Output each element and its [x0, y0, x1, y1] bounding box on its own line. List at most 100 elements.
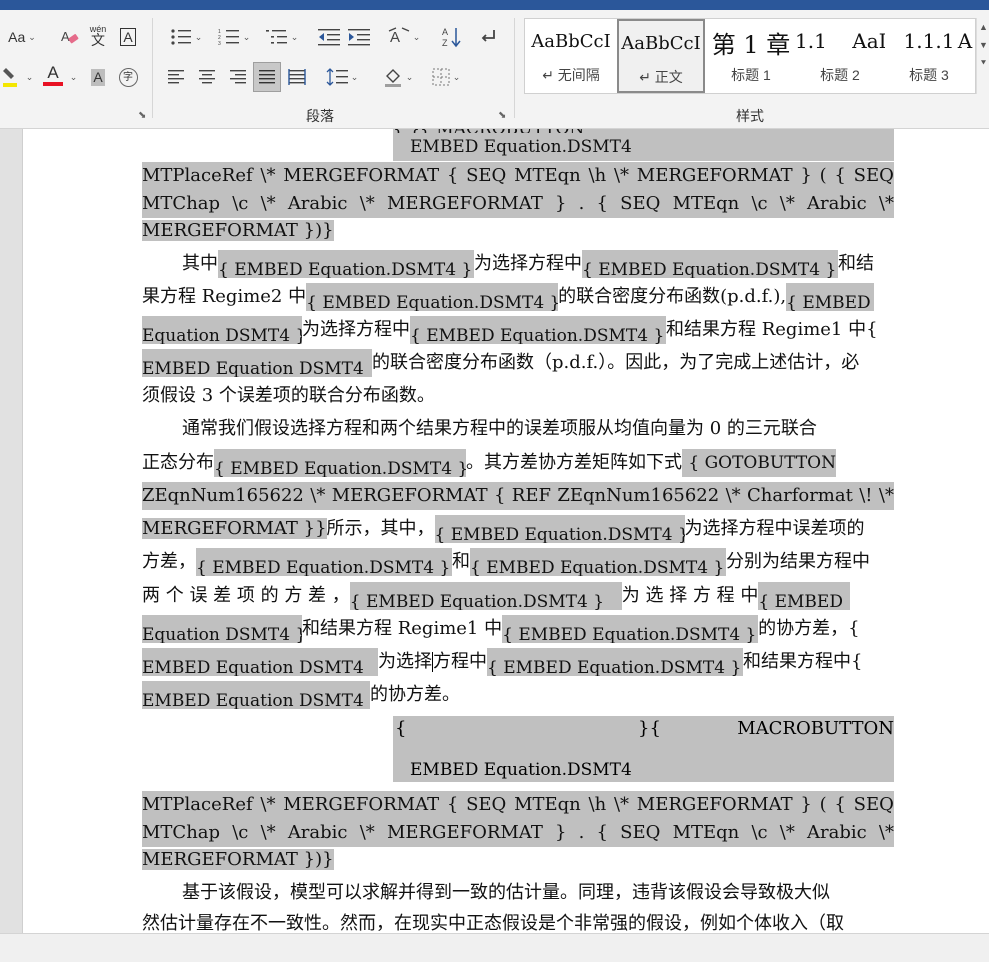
gotobutton-field[interactable]: { GOTOBUTTON [682, 449, 836, 477]
field-code-token: \* [310, 485, 326, 506]
p2-text: 的协方差，{ [758, 618, 860, 639]
show-hide-marks-button[interactable] [476, 24, 500, 50]
style-sample-number: 1.1 [795, 29, 827, 53]
font-color-dropdown[interactable]: ⌄ [66, 64, 78, 90]
p3-text: 然估计量存在不一致性。然而，在现实中正态假设是个非常强的假设，例如个体收入（取 [142, 913, 844, 933]
field-code-token: MTEqn [672, 193, 740, 214]
embed-field[interactable]: EMBED Equation DSMT4 [142, 681, 370, 709]
field-code-token: \* [359, 822, 375, 843]
embed-field[interactable]: { EMBED Equation.DSMT4 } [582, 250, 838, 278]
borders-button[interactable]: ⌄ [426, 64, 466, 90]
align-left-button[interactable] [164, 64, 190, 90]
styles-gallery-scroll[interactable]: ▲ ▼ ⯆ [976, 18, 989, 94]
field-code-token: ZEqnNum165622 [557, 485, 720, 506]
field-code-token: } [555, 822, 567, 843]
field-code-token: \* [779, 822, 795, 843]
field-code-token: MTEqn [672, 822, 740, 843]
svg-text:A: A [442, 27, 448, 37]
embed-field[interactable]: { EMBED Equation.DSMT4 } [410, 316, 666, 344]
field-code-token: SEQ [466, 794, 507, 815]
p1-text: 和结 [838, 253, 874, 274]
style-heading-1[interactable]: 第 1 章 标题 1 [707, 19, 795, 93]
align-right-icon [230, 70, 246, 84]
eq1-embed-line: EMBED Equation.DSMT4 [393, 133, 894, 161]
justify-button[interactable] [253, 62, 281, 92]
highlight-dropdown[interactable]: ⌄ [22, 64, 34, 90]
multilevel-list-button[interactable]: ⌄ [260, 24, 304, 50]
style-heading-2[interactable]: 1.1 AaI 标题 2 [795, 19, 885, 93]
embed-field[interactable]: EMBED Equation DSMT4 [142, 349, 372, 377]
p2-text: 和结果方程 Regime1 中 [302, 618, 503, 639]
decrease-indent-icon [318, 29, 340, 46]
embed-field[interactable]: { EMBED Equation.DSMT4 } [306, 283, 559, 311]
chevron-down-icon: ⌄ [28, 31, 36, 42]
chevron-down-icon: ⌄ [350, 71, 359, 82]
align-center-button[interactable] [194, 64, 220, 90]
embed-field[interactable]: { EMBED Equation.DSMT4 } [487, 648, 743, 676]
chinese-layout-button[interactable]: A ⌄ [384, 24, 424, 50]
p2-text: 正态分布 [142, 452, 214, 473]
field-code-token: { [596, 822, 608, 843]
phonetic-guide-button[interactable]: wén 文 [86, 22, 110, 48]
svg-text:A: A [390, 29, 400, 46]
embed-field[interactable]: { EMBED Equation.DSMT4 } [218, 250, 474, 278]
decrease-indent-button[interactable] [316, 24, 342, 50]
p2-text: 方程中 [433, 651, 487, 672]
embed-field[interactable]: { EMBED Equation.DSMT4 } [196, 548, 452, 576]
embed-field[interactable]: { EMBED [786, 283, 875, 311]
font-dialog-launcher-icon[interactable]: ⬊ [138, 110, 146, 121]
clear-formatting-button[interactable]: A [58, 24, 82, 50]
embed-field[interactable]: { EMBED Equation.DSMT4 } [214, 449, 466, 477]
distributed-button[interactable] [284, 64, 310, 90]
font-color-button[interactable]: A [38, 62, 68, 88]
field-code-token: \! [859, 485, 873, 506]
line-spacing-button[interactable]: ⌄ [320, 64, 364, 90]
enclose-characters-button[interactable]: 字 [116, 64, 140, 90]
style-no-spacing[interactable]: AaBbCcI ↵ 无间隔 [527, 19, 615, 93]
field-code-token: \* [878, 822, 894, 843]
field-code-token: \c [232, 822, 249, 843]
chevron-up-icon[interactable]: ▲ [977, 18, 989, 36]
bullets-button[interactable]: ⌄ [164, 24, 208, 50]
paragraph-dialog-launcher-icon[interactable]: ⬊ [498, 110, 506, 121]
p2-text: 方差， [142, 551, 196, 572]
embed-field[interactable]: Equation DSMT4 } [142, 615, 302, 643]
sort-button[interactable]: AZ [440, 24, 464, 50]
style-next[interactable]: A [955, 19, 975, 93]
field-code-token: MERGEFORMAT [283, 794, 440, 815]
shading-button[interactable]: ⌄ [378, 64, 418, 90]
more-styles-icon[interactable]: ⯆ [977, 54, 989, 72]
field-code-token: \* [260, 822, 276, 843]
numbering-button[interactable]: 123 ⌄ [212, 24, 256, 50]
embed-field[interactable]: { EMBED Equation.DSMT4 } [502, 615, 759, 643]
change-case-label: Aa [8, 29, 26, 45]
embed-field[interactable]: EMBED Equation DSMT4 [142, 648, 378, 676]
align-right-button[interactable] [224, 64, 250, 90]
eq2-block[interactable]: { }{ MACROBUTTON EMBED Equation.DSMT4 [393, 716, 894, 782]
align-left-icon [168, 70, 184, 84]
style-name: 标题 2 [820, 67, 860, 83]
character-shading-button[interactable]: A [88, 64, 108, 90]
increase-indent-button[interactable] [346, 24, 372, 50]
field-code-token: \* [613, 794, 630, 815]
embed-field[interactable]: Equation DSMT4 } [142, 316, 302, 344]
embed-field[interactable]: { EMBED Equation.DSMT4 } [434, 515, 685, 543]
highlight-color-button[interactable] [0, 64, 22, 90]
change-case-button[interactable]: Aa ⌄ [4, 24, 40, 50]
chevron-down-icon: ⌄ [412, 31, 421, 42]
embed-field[interactable]: { EMBED Equation.DSMT4 } [470, 548, 726, 576]
bullets-icon [171, 29, 191, 45]
document-page[interactable]: { }{ MACROBUTTON EMBED Equation.DSMT4 MT… [23, 129, 989, 933]
field-code-token: \c [751, 193, 768, 214]
character-border-button[interactable]: A [117, 24, 139, 50]
chevron-down-icon[interactable]: ▼ [977, 36, 989, 54]
character-shading-icon: A [91, 68, 105, 86]
p1-line-1: 其中{ EMBED Equation.DSMT4 }为选择方程中{ EMBED … [142, 250, 894, 278]
p2-text: 和 [452, 551, 470, 572]
field-code-token: MTEqn [514, 794, 581, 815]
embed-field[interactable]: { EMBED [758, 582, 851, 610]
style-normal[interactable]: AaBbCcI ↵ 正文 [617, 19, 705, 93]
embed-field[interactable]: { EMBED Equation.DSMT4 } [349, 582, 622, 610]
numbering-icon: 123 [218, 29, 239, 46]
field-code-token: SEQ [466, 165, 507, 186]
